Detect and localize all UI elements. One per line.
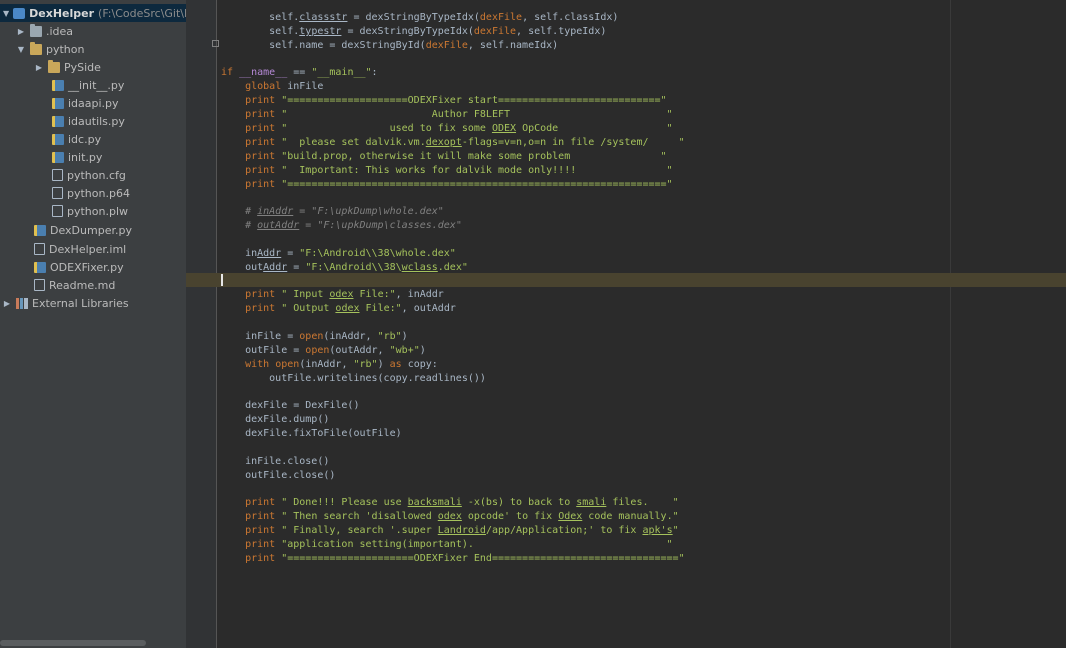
code-line: self.classstr = dexStringByTypeIdx(dexFi…: [221, 12, 619, 23]
tree-item-label: python.cfg: [67, 168, 126, 182]
chevron-right-icon[interactable]: ▶: [2, 299, 12, 308]
tree-item-python[interactable]: ▼ python: [16, 40, 84, 58]
code-line: print " Finally, search '.super Landroid…: [245, 525, 679, 536]
tree-item-label: Readme.md: [49, 278, 116, 292]
right-margin-guide: [950, 0, 951, 648]
tree-item-python-plw[interactable]: python.plw: [52, 202, 128, 220]
tree-root-dexhelper[interactable]: ▼ DexHelper (F:\CodeSrc\Git\De: [0, 4, 186, 22]
tree-root-path: (F:\CodeSrc\Git\De: [98, 6, 186, 20]
code-line: print "=====================ODEXFixer En…: [245, 553, 685, 564]
code-line: dexFile.dump(): [221, 414, 330, 425]
tree-item-python-cfg[interactable]: python.cfg: [52, 166, 126, 184]
python-file-icon: [52, 97, 64, 109]
tree-item-label: idaapi.py: [68, 96, 119, 110]
tree-item-dexdumper[interactable]: DexDumper.py: [34, 221, 132, 239]
file-icon: [52, 205, 63, 217]
text-caret: [221, 274, 223, 286]
code-line: print " please set dalvik.vm.dexopt-flag…: [245, 137, 685, 148]
tree-item-label: DexHelper.iml: [49, 242, 127, 256]
code-line: print "application setting(important). ": [245, 539, 673, 550]
chevron-right-icon[interactable]: ▶: [16, 27, 26, 36]
chevron-down-icon[interactable]: ▼: [3, 9, 9, 18]
tree-item-label: python: [46, 42, 85, 56]
tree-item-label: init.py: [68, 150, 103, 164]
code-line: inFile = open(inAddr, "rb"): [221, 331, 408, 342]
code-comment: # outAddr = "F:\upkDump\classes.dex": [221, 220, 462, 231]
tree-root-label: DexHelper: [29, 6, 95, 20]
chevron-down-icon[interactable]: ▼: [16, 45, 26, 54]
code-line: dexFile.fixToFile(outFile): [221, 428, 402, 439]
tree-item-label: python.p64: [67, 186, 130, 200]
tree-item-init-dunder[interactable]: __init__.py: [52, 76, 124, 94]
horizontal-scrollbar[interactable]: [0, 640, 146, 646]
config-file-icon: [52, 169, 63, 181]
code-line: print "====================ODEXFixer sta…: [245, 95, 667, 106]
tree-item-idc[interactable]: idc.py: [52, 130, 101, 148]
code-line: print "build.prop, otherwise it will mak…: [245, 151, 667, 162]
tree-item-label: .idea: [46, 24, 74, 38]
code-line: with open(inAddr, "rb") as copy:: [245, 359, 438, 370]
tree-item-readme[interactable]: Readme.md: [34, 276, 115, 294]
tree-item-odexfixer[interactable]: ODEXFixer.py: [34, 258, 124, 276]
tree-item-label: idc.py: [68, 132, 102, 146]
python-file-icon: [52, 151, 64, 163]
folder-icon: [48, 59, 60, 73]
chevron-right-icon[interactable]: ▶: [34, 63, 44, 72]
editor-gutter: [186, 0, 217, 648]
tree-item-label: PySide: [64, 60, 101, 74]
tree-item-idea[interactable]: ▶ .idea: [16, 22, 73, 40]
code-line: outFile.close(): [221, 470, 336, 481]
code-line: dexFile = DexFile(): [221, 400, 360, 411]
code-line: self.name = dexStringById(dexFile, self.…: [221, 40, 559, 51]
current-line-highlight: [186, 273, 1066, 287]
library-icon: [16, 297, 28, 309]
tree-item-dexhelper-iml[interactable]: DexHelper.iml: [34, 240, 126, 258]
code-line: outFile = open(outAddr, "wb+"): [221, 345, 426, 356]
folder-icon: [30, 41, 42, 55]
code-line: self.typestr = dexStringByTypeIdx(dexFil…: [221, 26, 607, 37]
python-file-icon: [52, 115, 64, 127]
code-line: print " Author F8LEFT ": [245, 109, 673, 120]
code-line: print " Done!!! Please use backsmali -x(…: [245, 497, 679, 508]
tree-item-idautils[interactable]: idautils.py: [52, 112, 125, 130]
python-file-icon: [34, 224, 46, 236]
code-comment: # inAddr = "F:\upkDump\whole.dex": [221, 206, 444, 217]
fold-icon[interactable]: [212, 40, 219, 47]
code-line: if __name__ == "__main__":: [221, 67, 378, 78]
code-line: outFile.writelines(copy.readlines()): [221, 373, 486, 384]
file-icon: [34, 279, 45, 291]
code-line: print " Input odex File:", inAddr: [245, 289, 444, 300]
tree-item-python-p64[interactable]: python.p64: [52, 184, 130, 202]
file-icon: [34, 243, 45, 255]
folder-icon: [30, 23, 42, 37]
tree-item-pyside[interactable]: ▶ PySide: [34, 58, 101, 76]
tree-item-external-libraries[interactable]: ▶ External Libraries: [2, 294, 129, 312]
tree-item-label: ODEXFixer.py: [50, 260, 124, 274]
file-icon: [52, 187, 63, 199]
code-line: print " Output odex File:", outAddr: [245, 303, 456, 314]
code-line: print "=================================…: [245, 179, 673, 190]
tree-item-label: DexDumper.py: [50, 223, 132, 237]
tree-item-label: External Libraries: [32, 296, 129, 310]
python-file-icon: [52, 133, 64, 145]
project-tree-panel: ▼ DexHelper (F:\CodeSrc\Git\De ▶ .idea ▼…: [0, 0, 186, 648]
code-line: inFile.close(): [221, 456, 330, 467]
code-line: print " Important: This works for dalvik…: [245, 165, 673, 176]
python-file-icon: [52, 79, 64, 91]
tree-item-label: idautils.py: [68, 114, 125, 128]
code-line: print " used to fix some ODEX OpCode ": [245, 123, 673, 134]
project-icon: [13, 7, 26, 19]
code-line: inAddr = "F:\Android\\38\whole.dex": [221, 248, 456, 259]
tree-item-label: __init__.py: [68, 78, 125, 92]
tree-item-init[interactable]: init.py: [52, 148, 102, 166]
code-line: global inFile: [245, 81, 324, 92]
tree-item-label: python.plw: [67, 204, 129, 218]
tree-item-idaapi[interactable]: idaapi.py: [52, 94, 119, 112]
code-line: outAddr = "F:\Android\\38\wclass.dex": [221, 262, 468, 273]
code-line: print " Then search 'disallowed odex opc…: [245, 511, 679, 522]
python-file-icon: [34, 261, 46, 273]
